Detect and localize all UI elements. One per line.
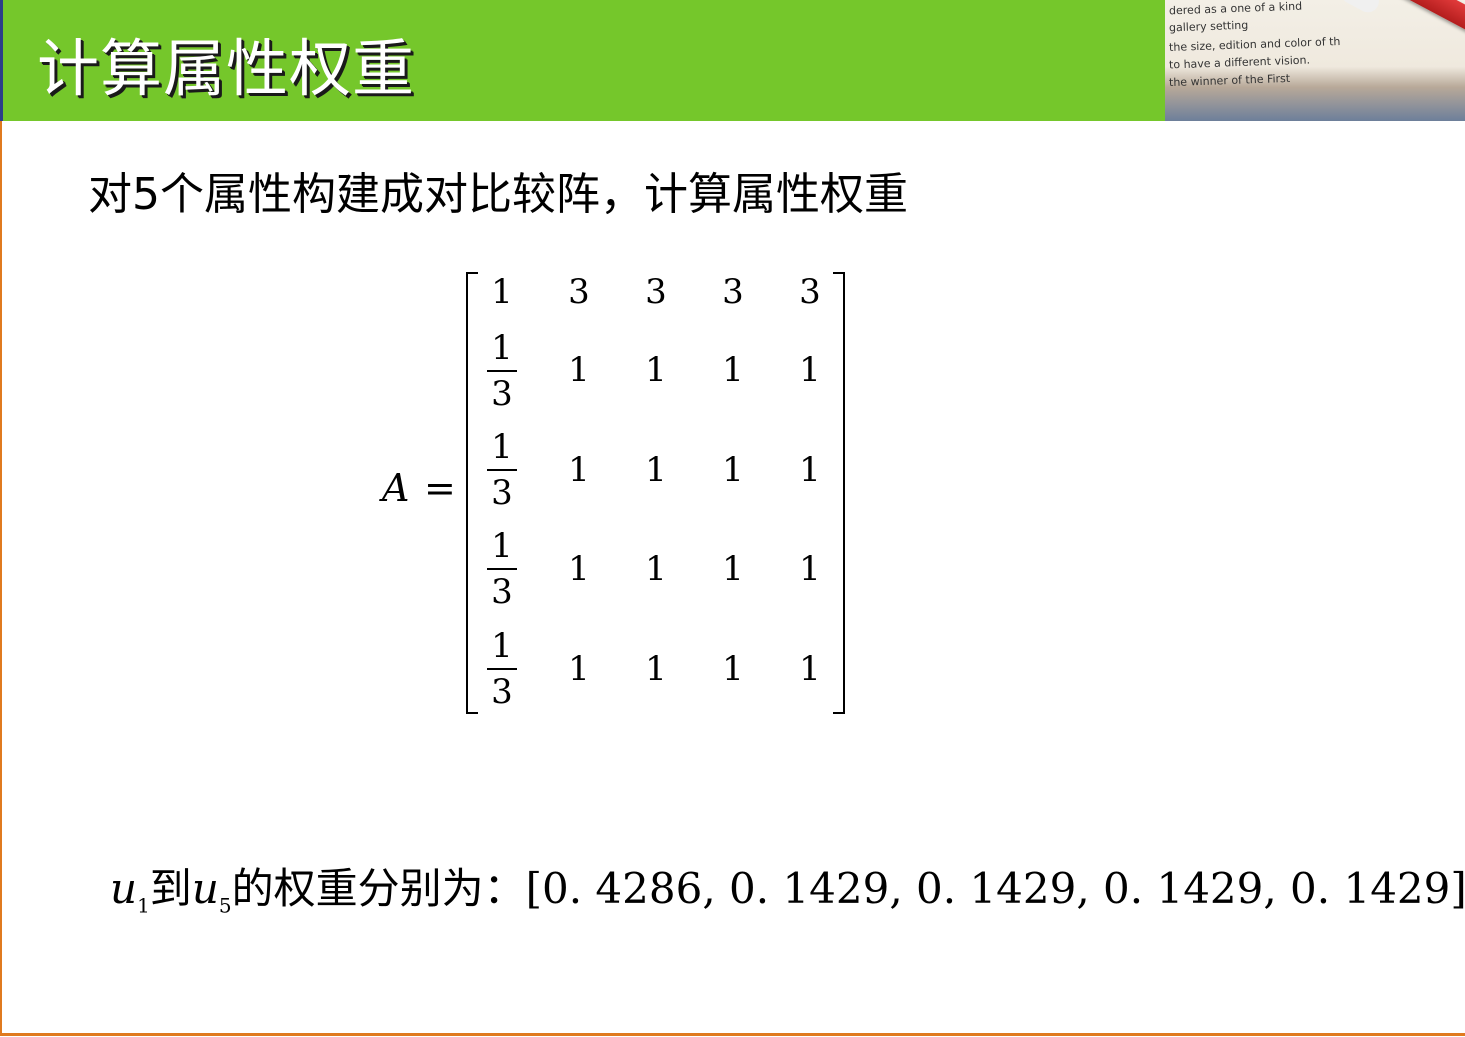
image-text-line: to have a different vision. <box>1168 53 1311 72</box>
matrix-cell: 1 <box>491 272 513 312</box>
matrix-cell: 1 <box>799 549 821 589</box>
fraction-bar <box>487 370 517 372</box>
fraction-numerator: 1 <box>491 626 513 666</box>
matrix-cell: 1 <box>722 450 744 490</box>
fraction-numerator: 1 <box>491 328 513 368</box>
bottom-accent-rule <box>0 1033 1465 1036</box>
matrix-cell: 3 <box>722 272 744 312</box>
slide-subtitle: 对5个属性构建成对比较阵，计算属性权重 <box>88 169 908 220</box>
matrix-cell: 1 <box>645 649 667 689</box>
corner-decorative-image: dered as a one of a kind gallery setting… <box>1165 0 1465 121</box>
matrix-equals: = <box>424 466 456 510</box>
matrix-cell: 1 <box>645 549 667 589</box>
fraction-denominator: 3 <box>491 473 513 513</box>
slide-title: 计算属性权重 <box>37 32 416 105</box>
result-subscript-end: 5 <box>218 893 232 918</box>
result-to-text: 到 <box>149 864 192 913</box>
matrix-cell: 1 <box>799 350 821 390</box>
matrix-fraction-cell: 1 3 <box>482 328 522 414</box>
image-text-line: gallery setting <box>1168 18 1249 35</box>
result-variable: u <box>191 864 219 913</box>
matrix-fraction-cell: 1 3 <box>482 427 522 513</box>
matrix-cell: 1 <box>799 649 821 689</box>
matrix-cell: 1 <box>645 350 667 390</box>
matrix-cell: 1 <box>722 350 744 390</box>
title-bar: 计算属性权重 <box>0 0 1168 121</box>
matrix-cell: 1 <box>645 450 667 490</box>
result-values: [0. 4286, 0. 1429, 0. 1429, 0. 1429, 0. … <box>525 864 1465 913</box>
matrix-cell: 1 <box>568 350 590 390</box>
matrix-fraction-cell: 1 3 <box>482 626 522 712</box>
weights-result: u1到u5的权重分别为：[0. 4286, 0. 1429, 0. 1429, … <box>110 855 1465 917</box>
matrix-cell: 1 <box>799 450 821 490</box>
fraction-bar <box>487 568 517 570</box>
image-text-line: the winner of the First <box>1168 71 1291 90</box>
matrix-cell: 1 <box>722 549 744 589</box>
matrix-left-bracket <box>466 272 478 714</box>
result-variable: u <box>110 864 138 913</box>
pen-cap-icon <box>1337 0 1383 17</box>
left-accent-rule <box>0 121 2 1035</box>
fraction-denominator: 3 <box>491 672 513 712</box>
matrix-cell: 1 <box>568 649 590 689</box>
matrix-cell: 1 <box>722 649 744 689</box>
fraction-numerator: 1 <box>491 526 513 566</box>
matrix-cell: 1 <box>568 549 590 589</box>
fraction-denominator: 3 <box>491 572 513 612</box>
fraction-bar <box>487 668 517 670</box>
matrix-cell: 3 <box>799 272 821 312</box>
matrix-cell: 3 <box>645 272 667 312</box>
result-subscript-start: 1 <box>137 893 150 918</box>
matrix-fraction-cell: 1 3 <box>482 526 522 612</box>
fraction-denominator: 3 <box>491 374 513 414</box>
fraction-bar <box>487 469 517 471</box>
matrix-cell: 1 <box>568 450 590 490</box>
image-text-line: the size, edition and color of th <box>1168 35 1341 54</box>
matrix-label: A <box>382 466 410 510</box>
result-label: 的权重分别为： <box>231 864 526 913</box>
matrix-right-bracket <box>833 272 845 714</box>
image-text-line: dered as a one of a kind <box>1168 0 1303 18</box>
fraction-numerator: 1 <box>491 427 513 467</box>
matrix-cell: 3 <box>568 272 590 312</box>
